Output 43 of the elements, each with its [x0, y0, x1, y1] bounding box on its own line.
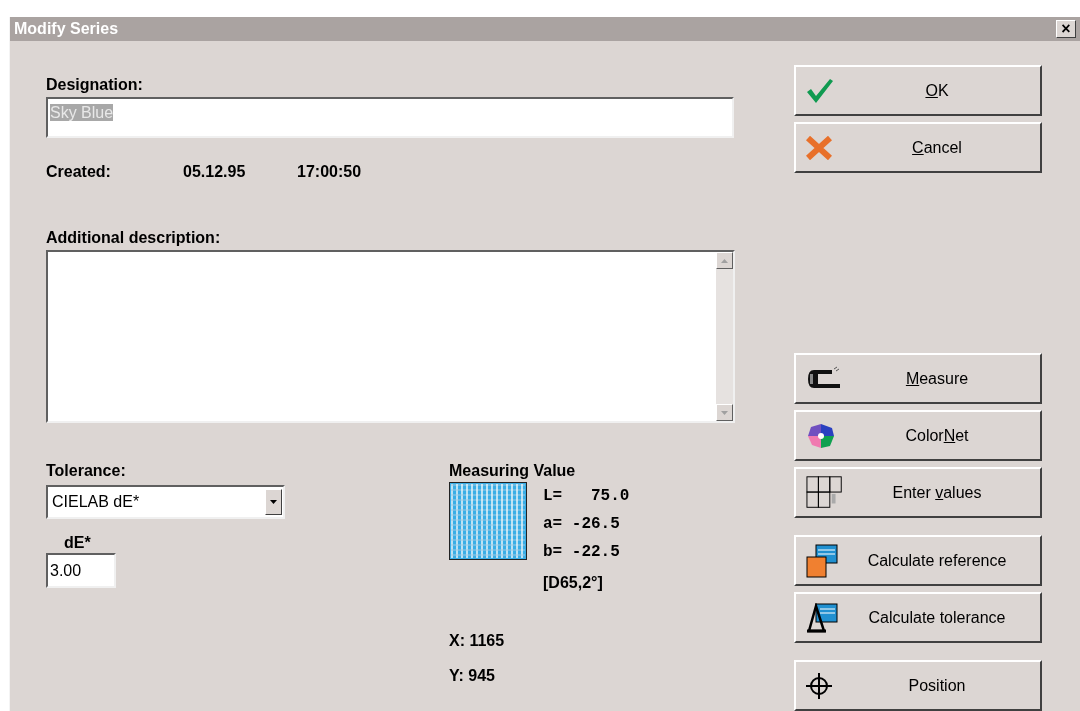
close-icon: [806, 135, 832, 160]
scroll-up-button[interactable]: [716, 252, 733, 269]
illuminant-label: [D65,2°]: [543, 573, 604, 593]
tolerance-dropdown[interactable]: CIELAB dE*: [46, 485, 285, 519]
field-label: Tolerance:: [46, 461, 127, 481]
coordinate-x: X: 1165: [449, 631, 506, 651]
created-label: Created:: [46, 162, 112, 182]
field-value: 3.00: [50, 560, 82, 581]
description-field[interactable]: [46, 250, 735, 423]
field-label: dE*: [64, 533, 92, 551]
tolerance-value-field[interactable]: 3.00: [46, 553, 116, 588]
section-title: Measuring Value: [449, 461, 577, 481]
close-button[interactable]: ×: [1056, 20, 1076, 38]
enter-values-button[interactable]: Enter values: [794, 467, 1042, 518]
color-wheel-icon: [806, 421, 836, 450]
field-value: Sky Blue: [50, 104, 114, 121]
lab-value: a= -26.5: [543, 514, 621, 535]
checkmark-icon: [806, 77, 834, 104]
window-title: Modify Series: [14, 19, 119, 39]
calculate-reference-button[interactable]: Calculate reference: [794, 535, 1042, 586]
crosshair-icon: [806, 672, 832, 699]
dropdown-value: CIELAB dE*: [52, 492, 140, 512]
position-button[interactable]: Position: [794, 660, 1042, 711]
created-time: 17:00:50: [297, 162, 362, 182]
coordinate-y: Y: 945: [449, 666, 496, 686]
dropdown-button[interactable]: [265, 489, 282, 515]
screen-icon: [806, 543, 838, 578]
up-arrow-icon: [721, 258, 728, 263]
scroll-down-button[interactable]: [716, 404, 733, 421]
field-label: Designation:: [46, 75, 144, 95]
created-date: 05.12.95: [183, 162, 247, 182]
field-label: Additional description:: [46, 228, 222, 248]
screen-icon: [806, 602, 838, 633]
colornet-button[interactable]: ColorNet: [794, 410, 1042, 461]
ok-button[interactable]: OK: [794, 65, 1042, 116]
lab-value: b= -22.5: [543, 542, 621, 563]
measure-button[interactable]: Measure: [794, 353, 1042, 404]
scrollbar[interactable]: [716, 252, 733, 421]
cancel-button[interactable]: Cancel: [794, 122, 1042, 173]
calculate-tolerance-button[interactable]: Calculate tolerance: [794, 592, 1042, 643]
down-arrow-icon: [721, 410, 728, 415]
lab-value: L= 75.0: [543, 486, 630, 507]
caret-icon: [270, 500, 277, 504]
